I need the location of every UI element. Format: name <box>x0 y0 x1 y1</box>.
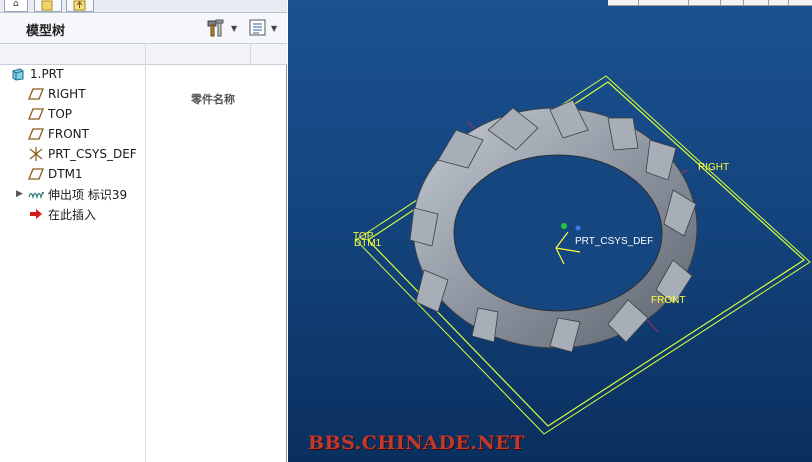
datum-plane-icon <box>28 107 44 121</box>
list-view-icon <box>249 19 266 36</box>
column-header-part-name[interactable]: 零件名称 <box>191 91 235 107</box>
tree-item-top[interactable]: TOP <box>28 105 72 123</box>
tree-item-insert-here[interactable]: 在此插入 <box>28 205 96 223</box>
datum-plane-icon <box>28 127 44 141</box>
model-tree-tab-icon: ⌂ <box>13 0 19 9</box>
panel-title: 模型树 <box>26 24 66 39</box>
tree-item-label: PRT_CSYS_DEF <box>48 147 137 161</box>
tree-item-label: 1.PRT <box>30 67 64 81</box>
tree-item-label: DTM1 <box>48 167 83 181</box>
datum-plane-icon <box>28 167 44 181</box>
hammer-wrench-icon <box>207 19 224 37</box>
tree-item-right[interactable]: RIGHT <box>28 85 86 103</box>
tab-favorites[interactable] <box>66 0 94 12</box>
watermark: BBS.CHINADE.NET <box>308 432 525 454</box>
tree-item-label: 在此插入 <box>48 207 97 222</box>
tree-item-csys[interactable]: PRT_CSYS_DEF <box>28 145 137 163</box>
tree-item-protrusion[interactable]: 伸出项 标识39 <box>28 185 127 203</box>
gear-ring-inner <box>453 154 663 312</box>
tree-item-label: 伸出项 标识39 <box>48 187 128 202</box>
navigator-tab-strip: ⌂ <box>0 0 287 13</box>
settings-tools-button[interactable]: ▼ <box>205 18 237 38</box>
tree-item-label: FRONT <box>48 127 89 141</box>
chevron-down-icon[interactable]: ▼ <box>271 24 277 33</box>
expand-arrow-icon[interactable]: ▶ <box>16 189 23 199</box>
model-tree-panel: ⌂ 模型树 ▼ ▼ 零件名称 1.PRT RIGHT TOP FRONT PRT… <box>0 0 287 462</box>
folder-icon <box>41 0 53 11</box>
insert-here-arrow-icon <box>28 207 44 221</box>
datum-label-dtm1[interactable]: DTM1 <box>354 238 381 249</box>
coordinate-system-icon <box>28 147 44 161</box>
protrusion-icon <box>28 187 44 201</box>
tree-item-front[interactable]: FRONT <box>28 125 89 143</box>
csys-label[interactable]: PRT_CSYS_DEF <box>575 236 653 247</box>
tree-item-part[interactable]: 1.PRT <box>10 65 63 83</box>
model-tree-header: 模型树 ▼ ▼ <box>0 13 287 44</box>
tab-folder-browser[interactable] <box>34 0 62 12</box>
tree-item-label: TOP <box>48 107 73 121</box>
chevron-down-icon[interactable]: ▼ <box>231 24 237 33</box>
column-header-row: 零件名称 <box>0 44 287 106</box>
tab-model-tree[interactable]: ⌂ <box>4 0 28 12</box>
part-icon <box>10 67 26 81</box>
favorites-icon <box>73 0 86 11</box>
tree-item-label: RIGHT <box>48 87 86 101</box>
datum-label-right[interactable]: RIGHT <box>698 162 729 173</box>
show-options-button[interactable]: ▼ <box>249 18 277 38</box>
datum-label-front[interactable]: FRONT <box>651 295 685 306</box>
tree-item-dtm1[interactable]: DTM1 <box>28 165 83 183</box>
column-divider[interactable] <box>250 44 251 64</box>
column-divider[interactable] <box>145 44 146 462</box>
datum-plane-icon <box>28 87 44 101</box>
top-toolbar-edge <box>608 0 812 6</box>
graphics-viewport[interactable]: RIGHT TOP DTM1 FRONT PRT_CSYS_DEF <box>288 0 812 462</box>
